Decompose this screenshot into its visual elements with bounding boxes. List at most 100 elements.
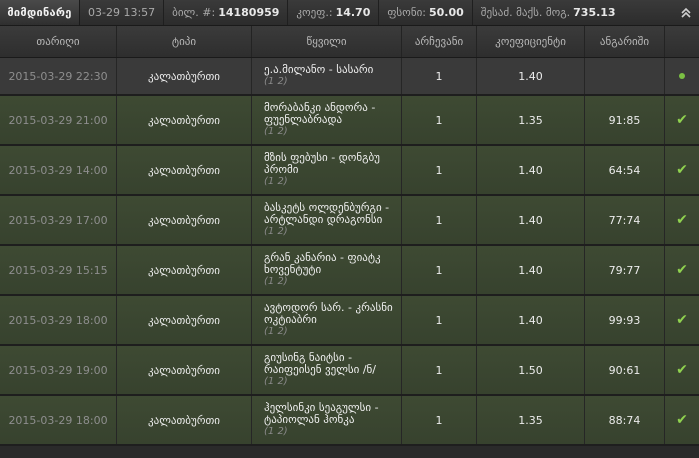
checkmark-icon: ✔: [676, 412, 688, 428]
row-type: კალათბურთი: [117, 96, 252, 144]
odds-value: 14.70: [335, 6, 371, 19]
row-score: [585, 58, 665, 94]
row-type: კალათბურთი: [117, 196, 252, 244]
table-row[interactable]: 2015-03-29 19:00 კალათბურთი გიუსინგ ნაიტ…: [0, 346, 699, 396]
row-date: 2015-03-29 19:00: [0, 346, 117, 394]
row-status: ✔: [665, 296, 699, 344]
row-event: გიუსინგ ნაიტსი - რაიფეისენ ველსი /ნ/(1 2…: [252, 346, 402, 394]
row-score: 64:54: [585, 146, 665, 194]
row-date: 2015-03-29 21:00: [0, 96, 117, 144]
row-score: 99:93: [585, 296, 665, 344]
ticket-info-bar: მიმდინარე 03-29 13:57 ბილ. #: 14180959 კო…: [0, 0, 699, 26]
event-name: მზის ფებუსი - დონგბუ პრომი: [264, 151, 380, 176]
dot-icon: [679, 73, 685, 79]
row-outcome: 1: [402, 246, 477, 294]
collapse-button[interactable]: [673, 0, 699, 26]
table-row[interactable]: 2015-03-29 18:00 კალათბურთი ავტოდორ სარ.…: [0, 296, 699, 346]
row-outcome: 1: [402, 146, 477, 194]
col-header-outcome[interactable]: არჩევანი: [402, 26, 477, 57]
checkmark-icon: ✔: [676, 112, 688, 128]
event-name: ჰელსინკი სეაგულსი - ტაპიოლან ჰონკა: [264, 401, 379, 426]
col-header-event[interactable]: წყვილი: [252, 26, 402, 57]
table-header: თარიღი ტიპი წყვილი არჩევანი კოეფიციენტი …: [0, 26, 699, 58]
row-type: კალათბურთი: [117, 146, 252, 194]
col-header-type[interactable]: ტიპი: [117, 26, 252, 57]
event-market: (1 2): [264, 426, 288, 437]
table-row[interactable]: 2015-03-29 15:15 კალათბურთი გრან კანარია…: [0, 246, 699, 296]
event-market: (1 2): [264, 276, 288, 287]
col-header-score[interactable]: ანგარიში: [585, 26, 665, 57]
row-score: 79:77: [585, 246, 665, 294]
event-market: (1 2): [264, 76, 288, 87]
row-outcome: 1: [402, 396, 477, 444]
event-name: ბასკეტს ოლდენბურგი - არტლანდი დრაგონსი: [264, 201, 390, 226]
row-status: [665, 58, 699, 94]
status-tab[interactable]: მიმდინარე: [0, 0, 80, 25]
ticket-datetime: 03-29 13:57: [80, 0, 165, 25]
maxwin-label: შესაძ. მაქს. მოგ.: [480, 6, 571, 19]
row-date: 2015-03-29 14:00: [0, 146, 117, 194]
row-outcome: 1: [402, 58, 477, 94]
checkmark-icon: ✔: [676, 262, 688, 278]
row-outcome: 1: [402, 96, 477, 144]
row-event: მორაბანკი ანდორა - ფუენლაბრადა (1 2): [252, 96, 402, 144]
col-header-date[interactable]: თარიღი: [0, 26, 117, 57]
row-date: 2015-03-29 22:30: [0, 58, 117, 94]
row-event: მზის ფებუსი - დონგბუ პრომი (1 2): [252, 146, 402, 194]
checkmark-icon: ✔: [676, 362, 688, 378]
row-score: 88:74: [585, 396, 665, 444]
row-outcome: 1: [402, 196, 477, 244]
event-market: (1 2): [264, 126, 288, 137]
ticket-odds: კოეფ.: 14.70: [288, 0, 380, 25]
row-status: ✔: [665, 96, 699, 144]
row-status: ✔: [665, 246, 699, 294]
event-market: (1 2): [264, 326, 288, 337]
row-score: 77:74: [585, 196, 665, 244]
event-market: (1 2): [264, 376, 288, 387]
row-odds: 1.40: [477, 296, 585, 344]
table-row[interactable]: 2015-03-29 17:00 კალათბურთი ბასკეტს ოლდე…: [0, 196, 699, 246]
row-score: 91:85: [585, 96, 665, 144]
event-name: გიუსინგ ნაიტსი - რაიფეისენ ველსი /ნ/: [264, 351, 376, 376]
row-date: 2015-03-29 15:15: [0, 246, 117, 294]
row-status: ✔: [665, 146, 699, 194]
row-odds: 1.35: [477, 396, 585, 444]
checkmark-icon: ✔: [676, 212, 688, 228]
checkmark-icon: ✔: [676, 162, 688, 178]
row-status: ✔: [665, 346, 699, 394]
row-outcome: 1: [402, 346, 477, 394]
event-name: ე.ა.მილანო - სასარი: [264, 63, 374, 76]
row-type: კალათბურთი: [117, 246, 252, 294]
col-header-status: [665, 26, 699, 57]
ticket-value: 14180959: [218, 6, 280, 19]
row-odds: 1.40: [477, 58, 585, 94]
table-row[interactable]: 2015-03-29 22:30 კალათბურთი ე.ა.მილანო -…: [0, 58, 699, 96]
stake-label: ფსონი:: [387, 6, 426, 19]
row-odds: 1.50: [477, 346, 585, 394]
bet-list: 2015-03-29 22:30 კალათბურთი ე.ა.მილანო -…: [0, 58, 699, 446]
event-market: (1 2): [264, 226, 288, 237]
row-event: გრან კანარია - ფიატკ ხოვენტუტი (1 2): [252, 246, 402, 294]
row-event: ბასკეტს ოლდენბურგი - არტლანდი დრაგონსი (1…: [252, 196, 402, 244]
table-row[interactable]: 2015-03-29 14:00 კალათბურთი მზის ფებუსი …: [0, 146, 699, 196]
row-score: 90:61: [585, 346, 665, 394]
event-name: ავტოდორ სარ. - კრასნი ოკტიაბრი: [264, 301, 393, 326]
row-odds: 1.40: [477, 246, 585, 294]
maxwin-value: 735.13: [573, 6, 616, 19]
row-status: ✔: [665, 396, 699, 444]
row-date: 2015-03-29 18:00: [0, 396, 117, 444]
row-type: კალათბურთი: [117, 346, 252, 394]
ticket-label: ბილ. #:: [172, 6, 216, 19]
event-name: გრან კანარია - ფიატკ ხოვენტუტი: [264, 251, 381, 276]
checkmark-icon: ✔: [676, 312, 688, 328]
table-row[interactable]: 2015-03-29 21:00 კალათბურთი მორაბანკი ან…: [0, 96, 699, 146]
col-header-odds[interactable]: კოეფიციენტი: [477, 26, 585, 57]
row-date: 2015-03-29 18:00: [0, 296, 117, 344]
row-type: კალათბურთი: [117, 58, 252, 94]
row-odds: 1.40: [477, 146, 585, 194]
row-outcome: 1: [402, 296, 477, 344]
event-name: მორაბანკი ანდორა - ფუენლაბრადა: [264, 101, 376, 126]
row-odds: 1.40: [477, 196, 585, 244]
table-row[interactable]: 2015-03-29 18:00 კალათბურთი ჰელსინკი სეა…: [0, 396, 699, 446]
row-date: 2015-03-29 17:00: [0, 196, 117, 244]
